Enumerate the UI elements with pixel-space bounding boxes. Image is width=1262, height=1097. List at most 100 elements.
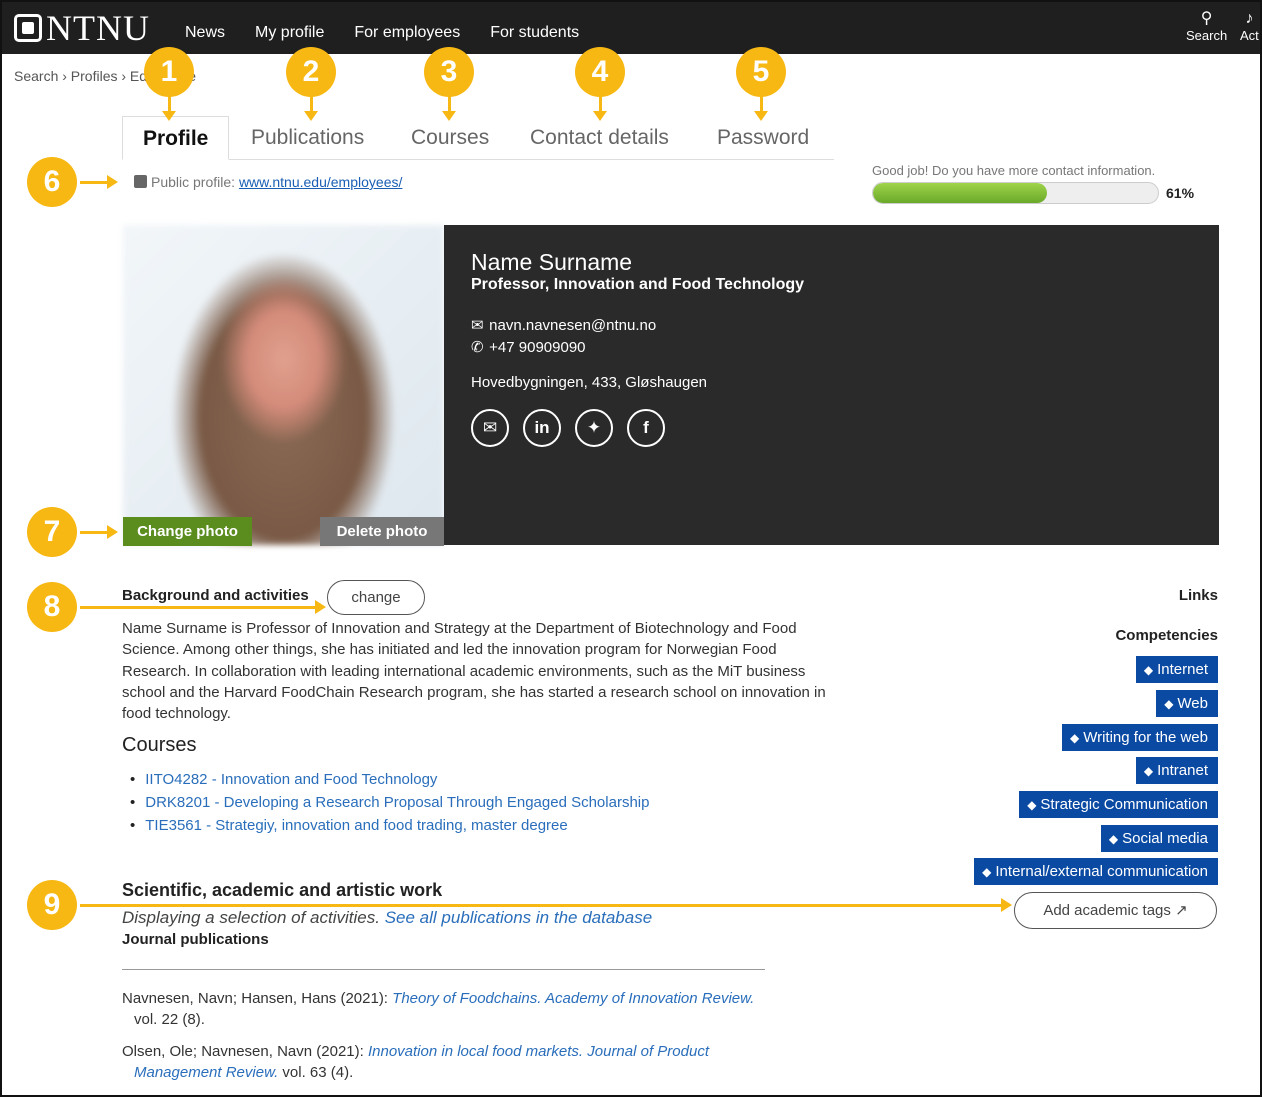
academic-tags-label: Add academic tags bbox=[1043, 902, 1171, 919]
public-profile-url[interactable]: www.ntnu.edu/employees/ bbox=[239, 174, 402, 190]
publication-ref: Navnesen, Navn; Hansen, Hans (2021): The… bbox=[122, 988, 762, 1030]
tag-icon: ◆ bbox=[1143, 663, 1154, 677]
profile-title: Professor, Innovation and Food Technolog… bbox=[471, 276, 805, 293]
scientific-subtitle: Displaying a selection of activities. Se… bbox=[122, 908, 652, 928]
course-link[interactable]: TIE3561 - Strategiy, innovation and food… bbox=[145, 817, 567, 834]
profile-office: Hovedbygningen, 433, Gløshaugen bbox=[471, 374, 708, 391]
journal-heading: Journal publications bbox=[122, 931, 269, 948]
facebook-icon[interactable]: f bbox=[627, 409, 665, 447]
ref-authors: Navnesen, Navn; Hansen, Hans (2021): bbox=[122, 990, 388, 1007]
external-link-icon: ↗ bbox=[1175, 902, 1188, 919]
background-heading: Background and activities bbox=[122, 587, 309, 604]
activity-label: Act bbox=[1240, 28, 1259, 43]
ref-authors: Olsen, Ole; Navnesen, Navn (2021): bbox=[122, 1043, 364, 1060]
change-background-button[interactable]: change bbox=[327, 580, 425, 615]
callout-arrow bbox=[754, 96, 768, 121]
profile-name: Name Surname bbox=[471, 249, 633, 275]
scientific-sub-text: Displaying a selection of activities. bbox=[122, 908, 380, 927]
phone-row: ✆ +47 90909090 bbox=[471, 338, 586, 356]
tag-icon: ◆ bbox=[1164, 697, 1174, 711]
ref-tail: vol. 63 (4). bbox=[282, 1064, 354, 1081]
callout-3: 3 bbox=[424, 47, 474, 97]
nav-for-students[interactable]: For students bbox=[490, 24, 579, 42]
logo-text: NTNU bbox=[46, 8, 150, 48]
change-photo-button[interactable]: Change photo bbox=[123, 517, 252, 546]
progress-percent: 61% bbox=[1166, 185, 1195, 201]
twitter-icon[interactable]: ✦ bbox=[575, 409, 613, 447]
competency-tag[interactable]: ◆ Writing for the web bbox=[1061, 724, 1218, 751]
callout-arrow bbox=[442, 96, 456, 121]
course-link[interactable]: IITO4282 - Innovation and Food Technolog… bbox=[145, 771, 437, 788]
main-nav: News My profile For employees For studen… bbox=[185, 24, 579, 42]
envelope-icon: ✉ bbox=[471, 317, 484, 334]
social-links: ✉ in ✦ f bbox=[471, 409, 665, 447]
progress-fill bbox=[873, 183, 1047, 203]
competency-tag[interactable]: ◆ Social media bbox=[1100, 825, 1218, 852]
callout-arrow bbox=[80, 525, 118, 539]
course-link[interactable]: DRK8201 - Developing a Research Proposal… bbox=[145, 794, 649, 811]
callout-4: 4 bbox=[575, 47, 625, 97]
callout-arrow bbox=[304, 96, 318, 121]
publication-ref: Olsen, Ole; Navnesen, Navn (2021): Innov… bbox=[122, 1041, 762, 1083]
background-text: Name Surname is Professor of Innovation … bbox=[122, 620, 826, 723]
callout-arrow bbox=[80, 898, 1012, 912]
tab-contact-details[interactable]: Contact details bbox=[530, 116, 669, 160]
competencies-heading: Competencies bbox=[1115, 627, 1218, 644]
divider bbox=[122, 969, 765, 970]
ref-title-link-cont[interactable]: Management Review. bbox=[134, 1064, 278, 1081]
callout-arrow bbox=[593, 96, 607, 121]
search-icon: ⚲ bbox=[1200, 10, 1213, 27]
scientific-heading: Scientific, academic and artistic work bbox=[122, 880, 443, 900]
logo-mark-icon bbox=[14, 14, 42, 42]
public-profile-label: Public profile: bbox=[151, 174, 236, 190]
nav-news[interactable]: News bbox=[185, 24, 225, 42]
profile-card: Name Surname Professor, Innovation and F… bbox=[444, 225, 1219, 545]
tag-label: Intranet bbox=[1157, 762, 1208, 779]
search-button[interactable]: ⚲ Search bbox=[1186, 10, 1227, 43]
profile-tabs: Profile Publications Courses Contact det… bbox=[122, 116, 834, 160]
nav-my-profile[interactable]: My profile bbox=[255, 24, 324, 42]
phone-icon: ✆ bbox=[471, 339, 484, 356]
profile-email[interactable]: navn.navnesen@ntnu.no bbox=[489, 317, 656, 334]
tag-label: Internal/external communication bbox=[995, 863, 1208, 880]
competency-tag[interactable]: ◆ Internet bbox=[1135, 656, 1218, 683]
callout-2: 2 bbox=[286, 47, 336, 97]
callout-6: 6 bbox=[27, 157, 77, 207]
profile-progress-bar bbox=[872, 182, 1159, 204]
ref-tail: vol. 22 (8). bbox=[134, 1011, 205, 1028]
tag-icon: ◆ bbox=[1027, 798, 1037, 812]
ref-title-link[interactable]: Innovation in local food markets. Journa… bbox=[368, 1043, 709, 1060]
add-academic-tags-button[interactable]: Add academic tags ↗ bbox=[1014, 892, 1217, 929]
callout-9: 9 bbox=[27, 880, 77, 930]
activity-button[interactable]: ♪ Act bbox=[1240, 10, 1259, 43]
tab-publications[interactable]: Publications bbox=[251, 116, 364, 160]
links-heading: Links bbox=[1178, 587, 1218, 604]
search-label: Search bbox=[1186, 28, 1228, 43]
tab-courses[interactable]: Courses bbox=[411, 116, 489, 160]
competency-tag[interactable]: ◆ Internal/external communication bbox=[974, 858, 1218, 885]
competency-tag[interactable]: ◆ Intranet bbox=[1135, 757, 1218, 784]
list-item: IITO4282 - Innovation and Food Technolog… bbox=[130, 768, 649, 791]
tab-profile[interactable]: Profile bbox=[122, 116, 230, 160]
ntnu-logo[interactable]: NTNU bbox=[14, 10, 150, 46]
callout-5: 5 bbox=[736, 47, 786, 97]
delete-photo-button[interactable]: Delete photo bbox=[320, 517, 444, 546]
course-list: IITO4282 - Innovation and Food Technolog… bbox=[130, 768, 649, 837]
nav-for-employees[interactable]: For employees bbox=[354, 24, 460, 42]
list-item: DRK8201 - Developing a Research Proposal… bbox=[130, 791, 649, 814]
ref-title-link[interactable]: Theory of Foodchains. Academy of Innovat… bbox=[392, 990, 754, 1007]
tag-label: Writing for the web bbox=[1083, 729, 1208, 746]
callout-arrow bbox=[162, 96, 176, 121]
email-icon[interactable]: ✉ bbox=[471, 409, 509, 447]
competency-tag[interactable]: ◆ Strategic Communication bbox=[1019, 791, 1218, 818]
profile-phone[interactable]: +47 90909090 bbox=[489, 339, 585, 356]
callout-8: 8 bbox=[27, 582, 77, 632]
linkedin-icon[interactable]: in bbox=[523, 409, 561, 447]
public-profile-link-row: Public profile: www.ntnu.edu/employees/ bbox=[134, 174, 402, 190]
list-item: TIE3561 - Strategiy, innovation and food… bbox=[130, 814, 649, 837]
tab-password[interactable]: Password bbox=[717, 116, 809, 160]
competency-tag[interactable]: ◆ Web bbox=[1156, 690, 1218, 717]
see-all-publications-link[interactable]: See all publications in the database bbox=[385, 908, 652, 927]
tag-label: Strategic Communication bbox=[1040, 796, 1208, 813]
tag-label: Internet bbox=[1157, 661, 1208, 678]
